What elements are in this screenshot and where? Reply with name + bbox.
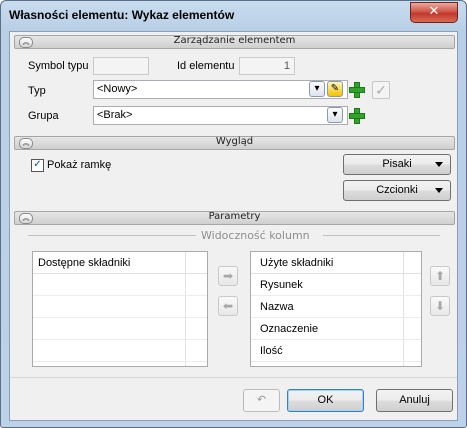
arrow-left-icon: ⬅ xyxy=(222,299,234,313)
arrow-down-icon: ⬇ xyxy=(434,299,446,313)
title-bar: Własności elementu: Wykaz elementów ✕ xyxy=(1,1,466,31)
move-right-button[interactable]: ➡ xyxy=(218,266,238,286)
available-list[interactable]: Dostępne składniki xyxy=(32,251,208,367)
list-item[interactable]: Nazwa xyxy=(251,296,421,318)
fonts-button[interactable]: Czcionki xyxy=(343,180,451,201)
arrow-right-icon: ➡ xyxy=(222,269,234,283)
ok-button[interactable]: OK xyxy=(287,389,364,412)
section-manage-header[interactable]: ︽ Zarządzanie elementem xyxy=(14,35,455,49)
list-item[interactable] xyxy=(33,296,207,318)
pens-button[interactable]: Pisaki xyxy=(343,154,451,175)
pencil-icon: ✎ xyxy=(330,83,340,94)
list-item[interactable]: Ilość xyxy=(251,340,421,362)
used-list-header: Użyte składniki xyxy=(251,252,421,274)
columns-visibility-title: Widoczność kolumn xyxy=(201,229,310,242)
dialog-client: ︽ Zarządzanie elementem Symbol typu Id e… xyxy=(9,31,458,421)
available-list-header: Dostępne składniki xyxy=(33,252,207,274)
checkmark-icon: ✓ xyxy=(33,159,42,170)
cancel-button[interactable]: Anuluj xyxy=(376,389,453,412)
add-type-button[interactable] xyxy=(348,81,366,99)
close-icon: ✕ xyxy=(428,4,440,19)
list-icon: ▾ xyxy=(314,83,320,94)
group-label: Grupa xyxy=(28,110,59,122)
element-id-field[interactable]: 1 xyxy=(239,57,295,75)
section-manage-title: Zarządzanie elementem xyxy=(173,35,296,46)
show-frame-label: Pokaż ramkę xyxy=(47,159,112,171)
type-label: Typ xyxy=(28,85,46,97)
list-icon: ▾ xyxy=(332,109,338,120)
footer-divider xyxy=(10,377,457,378)
confirm-type-button[interactable]: ✓ xyxy=(372,81,390,99)
section-look-title: Wygląd xyxy=(215,136,254,147)
type-list-button[interactable]: ▾ xyxy=(309,81,325,97)
symbol-type-field[interactable] xyxy=(93,57,149,75)
group-line-right xyxy=(323,235,440,236)
dialog-window: Własności elementu: Wykaz elementów ✕ ︽ … xyxy=(0,0,467,428)
list-item[interactable] xyxy=(33,340,207,362)
list-item[interactable]: Rysunek xyxy=(251,274,421,296)
type-field[interactable]: <Nowy> ▾ ✎ xyxy=(93,80,348,99)
arrow-up-icon: ⬆ xyxy=(434,269,446,283)
list-item[interactable] xyxy=(33,318,207,340)
chevron-down-icon xyxy=(435,188,443,193)
list-item[interactable]: Oznaczenie xyxy=(251,318,421,340)
list-item[interactable] xyxy=(33,274,207,296)
move-up-button[interactable]: ⬆ xyxy=(430,266,450,286)
section-params-header[interactable]: ︽ Parametry xyxy=(14,211,455,225)
element-id-label: Id elementu xyxy=(177,60,235,72)
chevron-down-icon xyxy=(435,162,443,167)
section-params-title: Parametry xyxy=(208,211,261,222)
move-down-button[interactable]: ⬇ xyxy=(430,296,450,316)
close-button[interactable]: ✕ xyxy=(410,2,458,23)
undo-button[interactable]: ↶ xyxy=(243,389,280,412)
checkmark-icon: ✓ xyxy=(375,83,387,99)
symbol-type-label: Symbol typu xyxy=(28,60,89,72)
undo-icon: ↶ xyxy=(256,394,267,406)
group-line-left xyxy=(28,235,196,236)
group-list-button[interactable]: ▾ xyxy=(327,107,343,123)
type-edit-button[interactable]: ✎ xyxy=(327,81,343,97)
add-group-button[interactable] xyxy=(348,107,366,125)
group-field[interactable]: <Brak> ▾ xyxy=(93,106,348,125)
show-frame-checkbox[interactable]: ✓ xyxy=(31,159,44,172)
used-list[interactable]: Użyte składniki Rysunek Nazwa Oznaczenie… xyxy=(250,251,422,367)
window-title: Własności elementu: Wykaz elementów xyxy=(9,8,235,22)
move-left-button[interactable]: ⬅ xyxy=(218,296,238,316)
section-look-header[interactable]: ︽ Wygląd xyxy=(14,136,455,150)
